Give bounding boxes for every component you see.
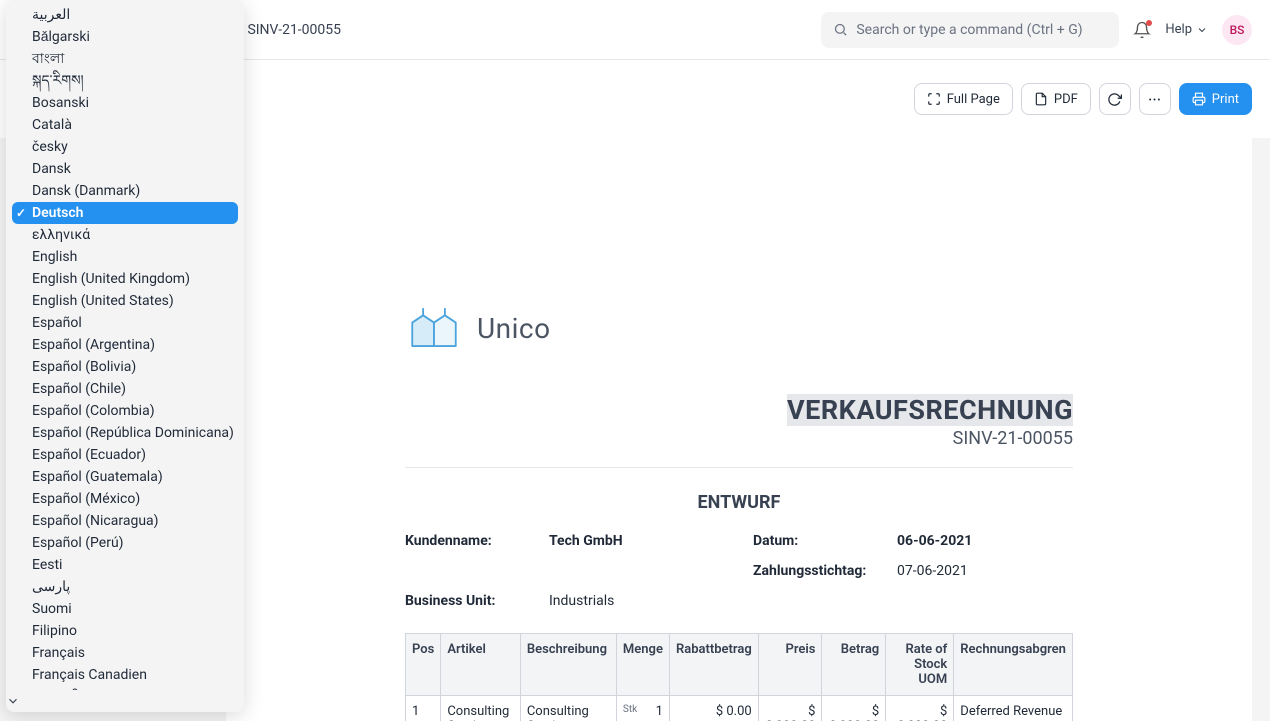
chevron-down-icon — [6, 694, 20, 708]
cell-desc: Consulting Services — [520, 696, 616, 721]
document-status: ENTWURF — [405, 492, 1073, 513]
more-horizontal-icon — [1147, 92, 1162, 107]
document-paper: Unico VERKAUFSRECHNUNG SINV-21-00055 ENT… — [341, 222, 1137, 721]
cell-billing: Deferred Revenue — [954, 696, 1073, 721]
document-title: VERKAUFSRECHNUNG — [787, 394, 1073, 426]
language-option[interactable]: Suomi — [12, 598, 238, 620]
language-option[interactable]: English — [12, 246, 238, 268]
company-logo-icon — [405, 302, 463, 354]
col-item: Artikel — [441, 634, 521, 696]
notification-dot-icon — [1146, 20, 1152, 26]
duedate-label: Zahlungsstichtag: — [753, 563, 893, 579]
bu-label: Business Unit: — [405, 593, 545, 609]
print-label: Print — [1212, 92, 1239, 107]
pdf-button[interactable]: PDF — [1021, 83, 1091, 115]
language-option[interactable]: Español (Ecuador) — [12, 444, 238, 466]
language-option[interactable]: Español (Chile) — [12, 378, 238, 400]
language-option[interactable]: Français Canadien — [12, 664, 238, 686]
language-option[interactable]: বাংলা — [12, 48, 238, 70]
bu-value: Industrials — [549, 593, 749, 609]
duedate-value: 07-06-2021 — [897, 563, 1073, 579]
printer-icon — [1192, 92, 1206, 106]
language-option[interactable]: Español — [12, 312, 238, 334]
cell-qty: Stk 1 — [616, 696, 669, 721]
col-rate-uom: Rate of Stock UOM — [886, 634, 954, 696]
language-option[interactable]: Deutsch — [12, 202, 238, 224]
col-billing: Rechnungsabgren — [954, 634, 1073, 696]
language-option[interactable]: Bǎlgarski — [12, 26, 238, 48]
document-number: SINV-21-00055 — [405, 428, 1073, 449]
cell-rate-uom: $ 3,000.00 — [886, 696, 954, 721]
language-option[interactable]: ગુજરાતી — [12, 686, 238, 690]
chevron-down-icon — [1196, 24, 1208, 36]
language-option[interactable]: Español (México) — [12, 488, 238, 510]
language-option[interactable]: English (United Kingdom) — [12, 268, 238, 290]
language-option[interactable]: ελληνικά — [12, 224, 238, 246]
language-option[interactable]: Español (Perú) — [12, 532, 238, 554]
help-dropdown[interactable]: Help — [1165, 22, 1208, 37]
user-avatar[interactable]: BS — [1222, 15, 1252, 45]
cell-item: Consulting Services — [441, 696, 521, 721]
language-option[interactable]: Español (Nicaragua) — [12, 510, 238, 532]
language-option[interactable]: སྐད་རིགས། — [12, 70, 238, 92]
print-button[interactable]: Print — [1179, 83, 1252, 115]
table-row: 1 Consulting Services Consulting Service… — [406, 696, 1073, 721]
expand-icon — [927, 92, 941, 106]
language-option[interactable]: Español (Bolivia) — [12, 356, 238, 378]
customer-label: Kundenname: — [405, 533, 545, 549]
language-option[interactable]: Español (República Dominicana) — [12, 422, 238, 444]
more-button[interactable] — [1139, 83, 1171, 115]
language-option[interactable]: پارسی — [12, 576, 238, 598]
language-option[interactable]: česky — [12, 136, 238, 158]
refresh-icon — [1107, 92, 1122, 107]
cell-price: $ 3,000.00 — [758, 696, 822, 721]
language-option[interactable]: Català — [12, 114, 238, 136]
cell-qty-val: 1 — [656, 704, 663, 719]
date-value: 06-06-2021 — [897, 533, 1073, 549]
language-option[interactable]: Español (Argentina) — [12, 334, 238, 356]
refresh-button[interactable] — [1099, 83, 1131, 115]
language-option[interactable]: Dansk — [12, 158, 238, 180]
full-page-button[interactable]: Full Page — [914, 83, 1013, 115]
language-option[interactable]: Eesti — [12, 554, 238, 576]
col-amount: Betrag — [822, 634, 886, 696]
search-input[interactable] — [856, 22, 1107, 38]
customer-value: Tech GmbH — [549, 533, 749, 549]
language-option[interactable]: Español (Guatemala) — [12, 466, 238, 488]
print-preview-area: Unico VERKAUFSRECHNUNG SINV-21-00055 ENT… — [226, 138, 1252, 721]
cell-amount: $ 3,000.00 — [822, 696, 886, 721]
breadcrumb-current[interactable]: SINV-21-00055 — [247, 22, 341, 38]
dropdown-scroll-down[interactable] — [6, 690, 244, 712]
cell-discount: $ 0.00 — [669, 696, 758, 721]
cell-uom: Stk — [623, 704, 637, 715]
global-search[interactable] — [821, 12, 1119, 48]
col-price: Preis — [758, 634, 822, 696]
file-icon — [1034, 92, 1048, 106]
language-option[interactable]: Bosanski — [12, 92, 238, 114]
items-table: Pos Artikel Beschreibung Menge Rabattbet… — [405, 633, 1073, 721]
col-pos: Pos — [406, 634, 441, 696]
language-option[interactable]: Dansk (Danmark) — [12, 180, 238, 202]
language-dropdown[interactable]: العربيةBǎlgarskiবাংলাསྐད་རིགས།BosanskiCa… — [6, 0, 244, 712]
help-label: Help — [1165, 22, 1192, 37]
full-page-label: Full Page — [947, 92, 1000, 107]
pdf-label: PDF — [1054, 92, 1078, 107]
col-discount: Rabattbetrag — [669, 634, 758, 696]
language-option[interactable]: Français — [12, 642, 238, 664]
cell-pos: 1 — [406, 696, 441, 721]
language-option[interactable]: Filipino — [12, 620, 238, 642]
date-label: Datum: — [753, 533, 893, 549]
language-option[interactable]: Español (Colombia) — [12, 400, 238, 422]
search-icon — [833, 22, 848, 37]
language-option[interactable]: العربية — [12, 4, 238, 26]
company-name: Unico — [477, 312, 551, 345]
col-qty: Menge — [616, 634, 669, 696]
col-desc: Beschreibung — [520, 634, 616, 696]
notifications-button[interactable] — [1133, 21, 1151, 39]
language-option[interactable]: English (United States) — [12, 290, 238, 312]
